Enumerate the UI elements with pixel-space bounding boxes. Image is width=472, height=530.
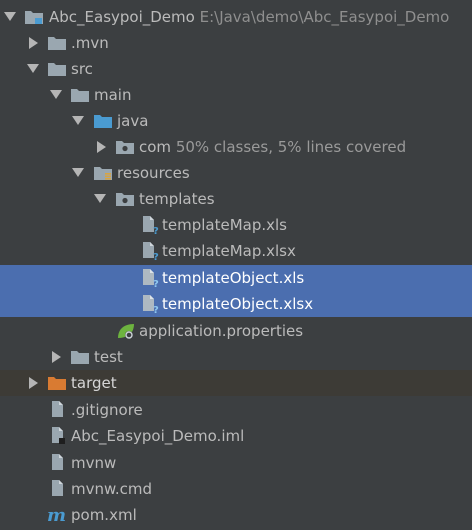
folder-label-java: java: [117, 112, 149, 130]
file-label: templateMap.xls: [162, 216, 287, 234]
unknown-file-icon: ?: [140, 269, 160, 287]
tree-row-templates[interactable]: templates: [0, 186, 472, 212]
folder-label-target: target: [71, 374, 117, 392]
tree-row-file[interactable]: Abc_Easypoi_Demo.iml: [0, 423, 472, 449]
tree-row-resources[interactable]: resources: [0, 160, 472, 186]
collapse-arrow-icon[interactable]: [29, 377, 38, 389]
svg-text:?: ?: [153, 305, 159, 313]
folder-label-test: test: [94, 348, 123, 366]
module-folder-icon: [24, 8, 44, 26]
unknown-file-icon: ?: [140, 216, 160, 234]
tree-row-mvn[interactable]: .mvn: [0, 30, 472, 56]
root-label: Abc_Easypoi_Demo E:\Java\demo\Abc_Easypo…: [49, 7, 449, 27]
unknown-file-icon: ?: [140, 242, 160, 260]
maven-icon: m: [47, 506, 67, 524]
excluded-folder-icon: [47, 374, 67, 392]
tree-row-file[interactable]: ? templateMap.xls: [0, 212, 472, 238]
project-tree[interactable]: Abc_Easypoi_Demo E:\Java\demo\Abc_Easypo…: [0, 0, 472, 530]
package-label: com 50% classes, 5% lines covered: [139, 137, 406, 157]
module-file-icon: [49, 427, 69, 445]
text-file-icon: [49, 480, 69, 498]
unknown-file-icon: ?: [140, 295, 160, 313]
coverage-text: 50% classes, 5% lines covered: [175, 138, 407, 156]
folder-icon: [70, 348, 90, 366]
tree-row-test[interactable]: test: [0, 344, 472, 370]
expand-arrow-icon[interactable]: [94, 194, 106, 203]
svg-text:?: ?: [153, 226, 159, 234]
collapse-arrow-icon[interactable]: [52, 351, 61, 363]
tree-row-file[interactable]: m pom.xml: [0, 502, 472, 528]
folder-label-main: main: [94, 86, 132, 104]
folder-icon: [47, 34, 67, 52]
expand-arrow-icon[interactable]: [27, 64, 39, 73]
folder-icon: [47, 60, 67, 78]
folder-label-mvn: .mvn: [71, 34, 109, 52]
tree-row-file-selected[interactable]: ? templateObject.xls: [0, 265, 472, 291]
project-path: E:\Java\demo\Abc_Easypoi_Demo: [199, 8, 450, 26]
package-name: com: [139, 138, 172, 156]
text-file-icon: [49, 454, 69, 472]
tree-row-root[interactable]: Abc_Easypoi_Demo E:\Java\demo\Abc_Easypo…: [0, 4, 472, 30]
text-file-icon: [49, 401, 69, 419]
file-label: templateObject.xls: [162, 269, 305, 287]
package-icon: [115, 138, 135, 156]
folder-icon: [70, 86, 90, 104]
tree-row-file[interactable]: .gitignore: [0, 397, 472, 423]
file-label: .gitignore: [71, 401, 143, 419]
expand-arrow-icon[interactable]: [72, 168, 84, 177]
svg-text:m: m: [47, 506, 66, 524]
tree-row-file[interactable]: ? templateMap.xlsx: [0, 238, 472, 264]
expand-arrow-icon[interactable]: [50, 90, 62, 99]
tree-row-target[interactable]: target: [0, 370, 472, 396]
folder-label-src: src: [71, 60, 93, 78]
expand-arrow-icon[interactable]: [4, 12, 16, 21]
expand-arrow-icon[interactable]: [72, 116, 84, 125]
file-label: Abc_Easypoi_Demo.iml: [71, 427, 245, 445]
file-label: mvnw.cmd: [71, 480, 153, 498]
folder-label-templates: templates: [139, 190, 215, 208]
tree-row-src[interactable]: src: [0, 56, 472, 82]
tree-row-application-properties[interactable]: application.properties: [0, 318, 472, 344]
file-label-application-properties: application.properties: [139, 322, 304, 340]
resources-folder-icon: [93, 164, 113, 182]
file-label: templateObject.xlsx: [162, 295, 314, 313]
svg-text:?: ?: [153, 279, 159, 287]
collapse-arrow-icon[interactable]: [97, 141, 106, 153]
svg-text:?: ?: [153, 252, 159, 260]
tree-row-file[interactable]: mvnw: [0, 450, 472, 476]
file-label: mvnw: [71, 454, 117, 472]
file-label: pom.xml: [71, 506, 137, 524]
tree-row-com[interactable]: com 50% classes, 5% lines covered: [0, 134, 472, 160]
tree-row-file-selected[interactable]: ? templateObject.xlsx: [0, 291, 472, 317]
project-name: Abc_Easypoi_Demo: [49, 8, 195, 26]
tree-row-java[interactable]: java: [0, 108, 472, 134]
collapse-arrow-icon[interactable]: [29, 37, 38, 49]
file-label: templateMap.xlsx: [162, 242, 296, 260]
spring-leaf-icon: [116, 322, 136, 340]
source-folder-icon: [93, 112, 113, 130]
package-icon: [115, 190, 135, 208]
tree-row-main[interactable]: main: [0, 82, 472, 108]
tree-row-file[interactable]: mvnw.cmd: [0, 476, 472, 502]
folder-label-resources: resources: [117, 164, 190, 182]
